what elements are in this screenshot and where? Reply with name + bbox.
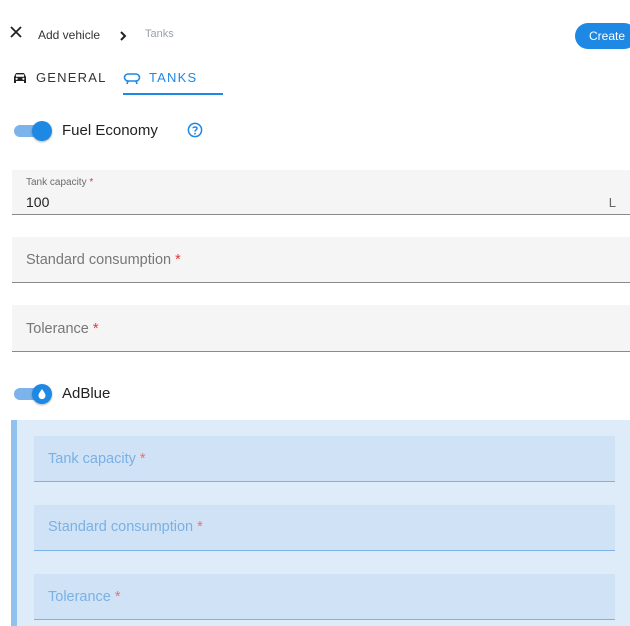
tolerance-placeholder: Tolerance * bbox=[26, 321, 99, 337]
standard-consumption-placeholder: Standard consumption * bbox=[26, 252, 181, 268]
close-icon[interactable] bbox=[8, 24, 24, 40]
tab-general[interactable]: GENERAL bbox=[12, 70, 107, 94]
tank-capacity-unit: L bbox=[608, 195, 616, 210]
fuel-economy-label: Fuel Economy bbox=[62, 122, 158, 139]
droplet-icon bbox=[38, 389, 46, 400]
active-tab-indicator bbox=[123, 93, 223, 95]
help-icon[interactable] bbox=[187, 122, 203, 138]
tab-general-label: GENERAL bbox=[36, 70, 107, 85]
tolerance-field[interactable]: Tolerance * bbox=[12, 305, 630, 352]
tank-icon bbox=[123, 73, 141, 85]
adblue-tolerance-placeholder: Tolerance * bbox=[48, 589, 121, 605]
chevron-right-icon bbox=[120, 31, 127, 41]
adblue-toggle[interactable] bbox=[14, 384, 52, 404]
tank-capacity-label: Tank capacity * bbox=[26, 177, 94, 188]
fuel-economy-toggle[interactable] bbox=[14, 121, 52, 141]
adblue-tolerance-field[interactable]: Tolerance * bbox=[34, 574, 615, 620]
adblue-standard-consumption-placeholder: Standard consumption * bbox=[48, 519, 203, 535]
adblue-standard-consumption-field[interactable]: Standard consumption * bbox=[34, 505, 615, 551]
tank-capacity-value: 100 bbox=[26, 194, 50, 210]
breadcrumb-tanks: Tanks bbox=[145, 28, 174, 40]
tank-capacity-field[interactable]: Tank capacity * 100 L bbox=[12, 170, 630, 215]
tab-tanks[interactable]: TANKS bbox=[123, 70, 223, 94]
car-icon bbox=[14, 73, 26, 83]
create-button[interactable]: Create bbox=[575, 23, 630, 49]
standard-consumption-field[interactable]: Standard consumption * bbox=[12, 237, 630, 283]
adblue-tank-capacity-field[interactable]: Tank capacity * bbox=[34, 436, 615, 482]
adblue-tank-capacity-placeholder: Tank capacity * bbox=[48, 451, 146, 467]
breadcrumb-add-vehicle[interactable]: Add vehicle bbox=[38, 28, 100, 42]
top-bar: Add vehicle Tanks Create bbox=[0, 0, 630, 70]
adblue-label: AdBlue bbox=[62, 385, 111, 402]
tab-tanks-label: TANKS bbox=[149, 70, 198, 85]
